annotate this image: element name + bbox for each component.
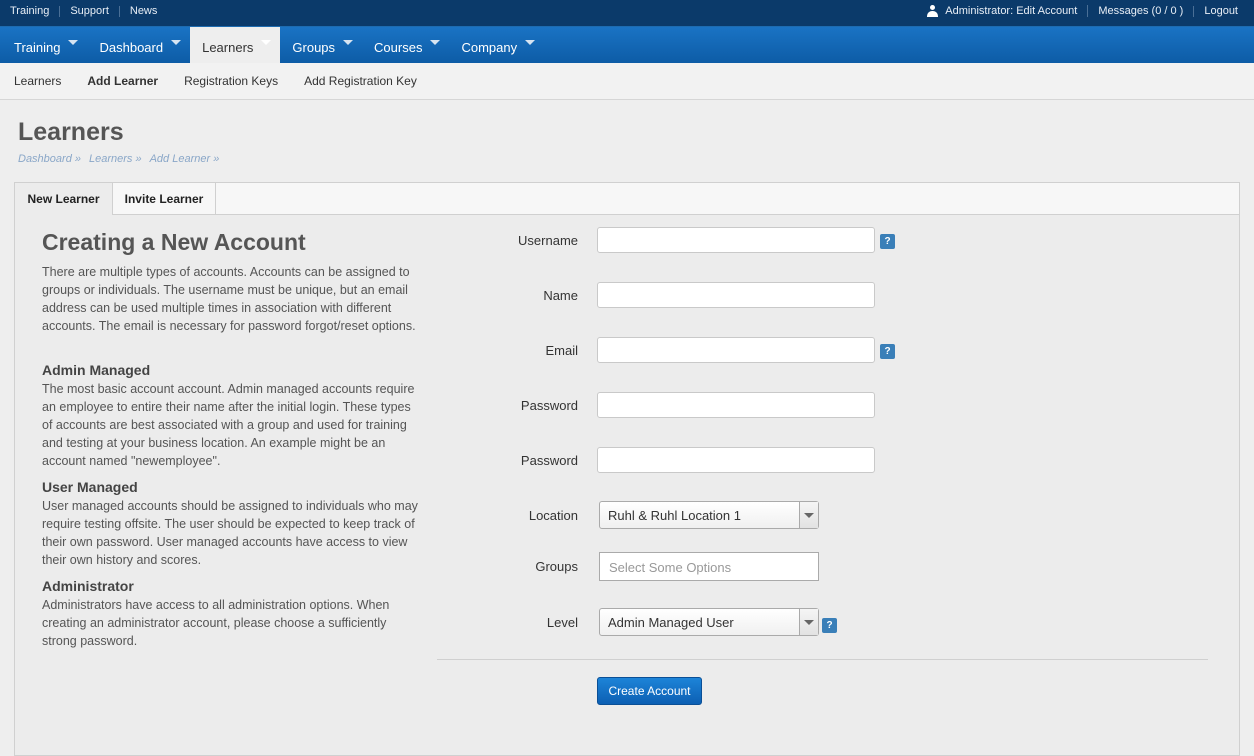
chevron-down-icon	[261, 39, 272, 45]
password-label: Password	[520, 398, 578, 413]
email-input[interactable]	[597, 337, 875, 363]
tab-new-learner[interactable]: New Learner	[15, 183, 113, 215]
nav-training-label: Training	[14, 39, 61, 55]
link-news[interactable]: News	[120, 5, 168, 17]
chevron-down-icon	[799, 502, 818, 528]
account-links: Administrator: Edit Account Messages (0 …	[917, 0, 1248, 22]
info-text-admin-managed: The most basic account account. Admin ma…	[42, 382, 415, 468]
chevron-down-icon	[343, 39, 354, 45]
groups-label: Groups	[535, 559, 578, 574]
logout-link[interactable]: Logout	[1194, 5, 1248, 17]
password-input[interactable]	[597, 392, 875, 418]
edit-account-label: Administrator: Edit Account	[945, 4, 1078, 17]
location-label: Location	[528, 508, 578, 523]
info-title: Creating a New Account	[42, 229, 306, 255]
form-divider	[437, 659, 1208, 660]
page-title: Learners	[18, 118, 124, 146]
nav-courses[interactable]: Courses	[362, 27, 449, 63]
sub-nav: Learners Add Learner Registration Keys A…	[0, 63, 1254, 100]
email-label: Email	[545, 343, 578, 358]
info-text-user-managed: User managed accounts should be assigned…	[42, 499, 418, 567]
subnav-learners[interactable]: Learners	[2, 74, 73, 88]
nav-groups[interactable]: Groups	[280, 27, 362, 63]
link-support[interactable]: Support	[60, 5, 120, 17]
nav-company[interactable]: Company	[449, 27, 544, 63]
breadcrumb-dashboard[interactable]: Dashboard »	[18, 153, 81, 165]
chevron-down-icon	[430, 39, 441, 45]
password-confirm-label: Password	[520, 453, 578, 468]
top-utility-bar: Training Support News Administrator: Edi…	[0, 0, 1254, 27]
name-label: Name	[543, 288, 578, 303]
help-icon[interactable]: ?	[880, 234, 895, 249]
username-input[interactable]	[597, 227, 875, 253]
tab-bar: New Learner Invite Learner	[15, 183, 1239, 215]
chevron-down-icon	[171, 39, 182, 45]
nav-dashboard[interactable]: Dashboard	[87, 27, 190, 63]
nav-courses-label: Courses	[374, 39, 423, 55]
info-heading-user-managed: User Managed	[42, 479, 138, 495]
link-training[interactable]: Training	[0, 5, 61, 17]
groups-multiselect[interactable]: Select Some Options	[599, 552, 819, 581]
level-select[interactable]: Admin Managed User	[599, 608, 819, 636]
breadcrumb: Dashboard » Learners » Add Learner »	[18, 153, 227, 165]
chevron-down-icon	[525, 39, 536, 45]
nav-learners[interactable]: Learners	[190, 27, 281, 63]
breadcrumb-learners[interactable]: Learners »	[89, 153, 142, 165]
info-text-administrator: Administrators have access to all admini…	[42, 598, 390, 648]
info-intro: There are multiple types of accounts. Ac…	[42, 265, 416, 333]
name-input[interactable]	[597, 282, 875, 308]
breadcrumb-add-learner[interactable]: Add Learner »	[150, 153, 220, 165]
groups-placeholder: Select Some Options	[609, 560, 732, 575]
location-select[interactable]: Ruhl & Ruhl Location 1	[599, 501, 819, 529]
edit-account-link[interactable]: Administrator: Edit Account	[917, 4, 1089, 17]
nav-dashboard-label: Dashboard	[99, 39, 164, 55]
subnav-add-learner[interactable]: Add Learner	[75, 74, 170, 88]
level-label: Level	[546, 615, 578, 630]
user-icon	[927, 5, 939, 17]
subnav-registration-keys[interactable]: Registration Keys	[172, 74, 290, 88]
tab-invite-learner[interactable]: Invite Learner	[113, 183, 216, 214]
utility-links: Training Support News	[0, 0, 167, 22]
help-icon[interactable]: ?	[880, 344, 895, 359]
nav-training[interactable]: Training	[0, 27, 87, 63]
chevron-down-icon	[68, 39, 79, 45]
username-label: Username	[518, 233, 578, 248]
location-value: Ruhl & Ruhl Location 1	[608, 508, 741, 523]
nav-learners-label: Learners	[202, 39, 254, 55]
nav-groups-label: Groups	[292, 39, 336, 55]
create-account-button[interactable]: Create Account	[597, 677, 702, 705]
form-panel: New Learner Invite Learner Creating a Ne…	[14, 182, 1240, 756]
nav-company-label: Company	[461, 39, 518, 55]
subnav-add-registration-key[interactable]: Add Registration Key	[292, 74, 429, 88]
info-heading-administrator: Administrator	[42, 578, 134, 594]
level-value: Admin Managed User	[608, 615, 734, 630]
chevron-down-icon	[799, 609, 818, 635]
password-confirm-input[interactable]	[597, 447, 875, 473]
messages-link[interactable]: Messages (0 / 0 )	[1088, 5, 1195, 17]
main-nav: Training Dashboard Learners Groups Cours…	[0, 27, 1254, 63]
help-icon[interactable]: ?	[822, 618, 837, 633]
info-heading-admin-managed: Admin Managed	[42, 362, 151, 378]
